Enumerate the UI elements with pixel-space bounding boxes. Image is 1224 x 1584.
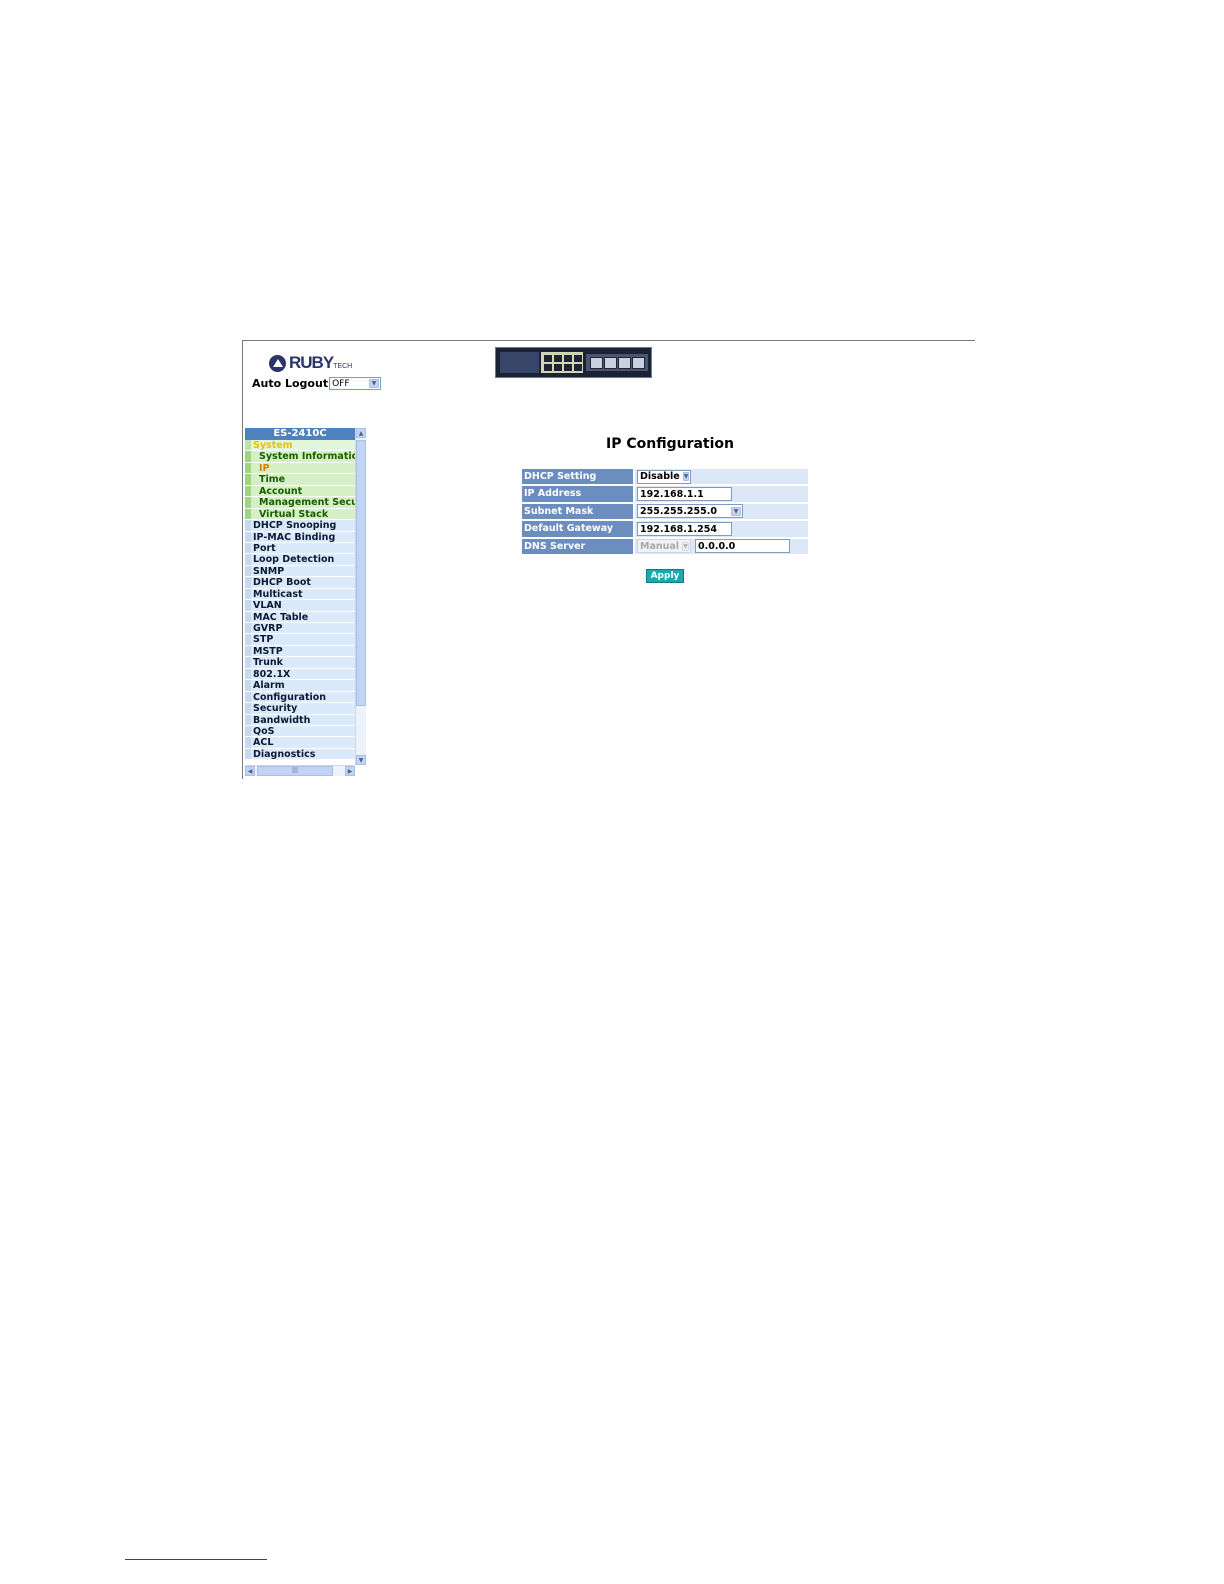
chevron-down-icon: ▼ — [682, 541, 689, 551]
arrow-left-icon[interactable]: ◀ — [245, 766, 255, 776]
port-icon — [554, 355, 562, 362]
subnet-mask-select[interactable]: 255.255.255.0 ▼ — [637, 504, 743, 519]
dns-server-mode-select: Manual ▼ — [637, 539, 691, 554]
sidebar-item-diagnostics[interactable]: Diagnostics — [245, 748, 355, 761]
logo-brand-text: RUBY — [289, 353, 334, 372]
dhcp-setting-label: DHCP Setting — [521, 468, 634, 486]
sidebar-item-bandwidth[interactable]: Bandwidth — [245, 714, 355, 726]
chevron-down-icon[interactable]: ▼ — [369, 379, 380, 388]
vertical-scroll-thumb[interactable] — [356, 440, 366, 706]
sidebar-item-qos[interactable]: QoS — [245, 725, 355, 738]
sidebar-item-mstp[interactable]: MSTP — [245, 645, 355, 658]
chevron-down-icon[interactable]: ▼ — [731, 506, 741, 516]
device-status-panel — [500, 352, 539, 373]
port-icon — [574, 355, 582, 362]
auto-logout-select[interactable]: OFF ▼ — [329, 377, 382, 390]
sidebar-item-configuration[interactable]: Configuration — [245, 691, 355, 704]
sidebar-menu: ES-2410C System System Information IP Time A… — [245, 428, 355, 761]
default-gateway-input[interactable]: 192.168.1.254 — [637, 521, 732, 536]
chevron-down-icon[interactable]: ▼ — [682, 472, 690, 482]
port-icon — [544, 355, 552, 362]
sidebar-horizontal-scrollbar[interactable]: ◀ ||| ▶ — [245, 765, 355, 776]
subnet-mask-label: Subnet Mask — [521, 502, 634, 521]
default-gateway-cell: 192.168.1.254 — [634, 520, 809, 538]
sidebar-item-dhcp-boot[interactable]: DHCP Boot — [245, 577, 355, 589]
sidebar-item-system[interactable]: System — [245, 440, 355, 452]
sidebar-item-multicast[interactable]: Multicast — [245, 588, 355, 601]
sidebar-title: ES-2410C — [245, 428, 355, 440]
sidebar-item-management-securit[interactable]: Management Securit — [245, 497, 355, 509]
subnet-mask-cell: 255.255.255.0 ▼ — [634, 502, 809, 521]
logo-mark-icon — [269, 354, 286, 372]
dhcp-setting-cell: Disable ▼ — [634, 468, 809, 486]
sidebar-item-snmp[interactable]: SNMP — [245, 565, 355, 578]
subnet-mask-value: 255.255.255.0 — [640, 505, 717, 517]
sidebar-item-mac-table[interactable]: MAC Table — [245, 611, 355, 623]
dhcp-setting-value: Disable — [640, 471, 680, 483]
switch-front-panel-image — [495, 347, 652, 378]
sidebar-item-802-1x[interactable]: 802.1X — [245, 668, 355, 681]
port-icon — [564, 364, 572, 371]
dns-server-row: DNS Server Manual ▼ 0.0.0.0 — [521, 537, 809, 555]
dhcp-setting-select[interactable]: Disable ▼ — [637, 469, 691, 484]
port-icon — [574, 364, 582, 371]
sidebar-item-ip-mac-binding[interactable]: IP-MAC Binding — [245, 531, 355, 543]
sidebar-item-security[interactable]: Security — [245, 703, 355, 715]
sidebar-item-alarm[interactable]: Alarm — [245, 680, 355, 692]
horizontal-scroll-thumb[interactable]: ||| — [257, 766, 333, 776]
sfp-port-icon — [590, 357, 603, 369]
ip-address-input[interactable]: 192.168.1.1 — [637, 487, 732, 502]
port-icon — [544, 364, 552, 371]
arrow-up-icon[interactable]: ▲ — [356, 428, 366, 438]
sidebar-item-loop-detection[interactable]: Loop Detection — [245, 554, 355, 566]
sidebar-item-dhcp-snooping[interactable]: DHCP Snooping — [245, 520, 355, 532]
dns-server-cell: Manual ▼ 0.0.0.0 — [634, 537, 809, 555]
apply-button[interactable]: Apply — [646, 569, 684, 583]
ip-address-cell: 192.168.1.1 — [634, 485, 809, 503]
arrow-down-icon[interactable]: ▼ — [356, 755, 366, 765]
sidebar-vertical-scrollbar[interactable]: ▲ ▼ — [355, 428, 366, 765]
arrow-right-icon[interactable]: ▶ — [345, 766, 355, 776]
sfp-port-icon — [618, 357, 631, 369]
sidebar-item-virtual-stack[interactable]: Virtual Stack — [245, 508, 355, 521]
rubytech-logo: RUBY TECH — [269, 353, 352, 373]
footnote-rule — [125, 1559, 267, 1560]
default-gateway-row: Default Gateway 192.168.1.254 — [521, 520, 809, 538]
sfp-port-icon — [604, 357, 617, 369]
sfp-port-icon — [632, 357, 645, 369]
ip-address-row: IP Address 192.168.1.1 — [521, 485, 809, 503]
sidebar-item-vlan[interactable]: VLAN — [245, 600, 355, 612]
sidebar-item-port[interactable]: Port — [245, 542, 355, 555]
sidebar-item-time[interactable]: Time — [245, 474, 355, 486]
port-icon — [564, 355, 572, 362]
ip-address-label: IP Address — [521, 485, 634, 503]
sidebar-item-acl[interactable]: ACL — [245, 737, 355, 749]
ip-config-table: DHCP Setting Disable ▼ IP Address 192.16… — [521, 468, 809, 555]
device-ethernet-ports — [541, 352, 583, 373]
auto-logout-value: OFF — [332, 378, 350, 389]
device-uplink-ports — [586, 354, 648, 371]
dhcp-setting-row: DHCP Setting Disable ▼ — [521, 468, 809, 486]
default-gateway-label: Default Gateway — [521, 520, 634, 538]
logo-brand-suffix: TECH — [333, 363, 353, 370]
sidebar-item-account[interactable]: Account — [245, 485, 355, 498]
switch-web-ui-window: RUBY TECH Auto Logout OFF ▼ ES-2410C Sys… — [242, 340, 975, 779]
sidebar-item-gvrp[interactable]: GVRP — [245, 623, 355, 635]
sidebar-item-stp[interactable]: STP — [245, 634, 355, 646]
dns-server-input[interactable]: 0.0.0.0 — [695, 539, 790, 554]
auto-logout-label: Auto Logout — [252, 377, 329, 390]
subnet-mask-row: Subnet Mask 255.255.255.0 ▼ — [521, 502, 809, 521]
sidebar-item-ip[interactable]: IP — [245, 462, 355, 475]
sidebar-item-system-information[interactable]: System Information — [245, 451, 355, 463]
dns-server-label: DNS Server — [521, 537, 634, 555]
port-icon — [554, 364, 562, 371]
auto-logout: Auto Logout OFF ▼ — [252, 377, 382, 390]
page-title: IP Configuration — [606, 436, 734, 452]
sidebar-item-trunk[interactable]: Trunk — [245, 657, 355, 669]
sidebar-menu-list: System System Information IP Time Account Man… — [245, 440, 355, 761]
dns-server-mode-value: Manual — [640, 540, 680, 552]
